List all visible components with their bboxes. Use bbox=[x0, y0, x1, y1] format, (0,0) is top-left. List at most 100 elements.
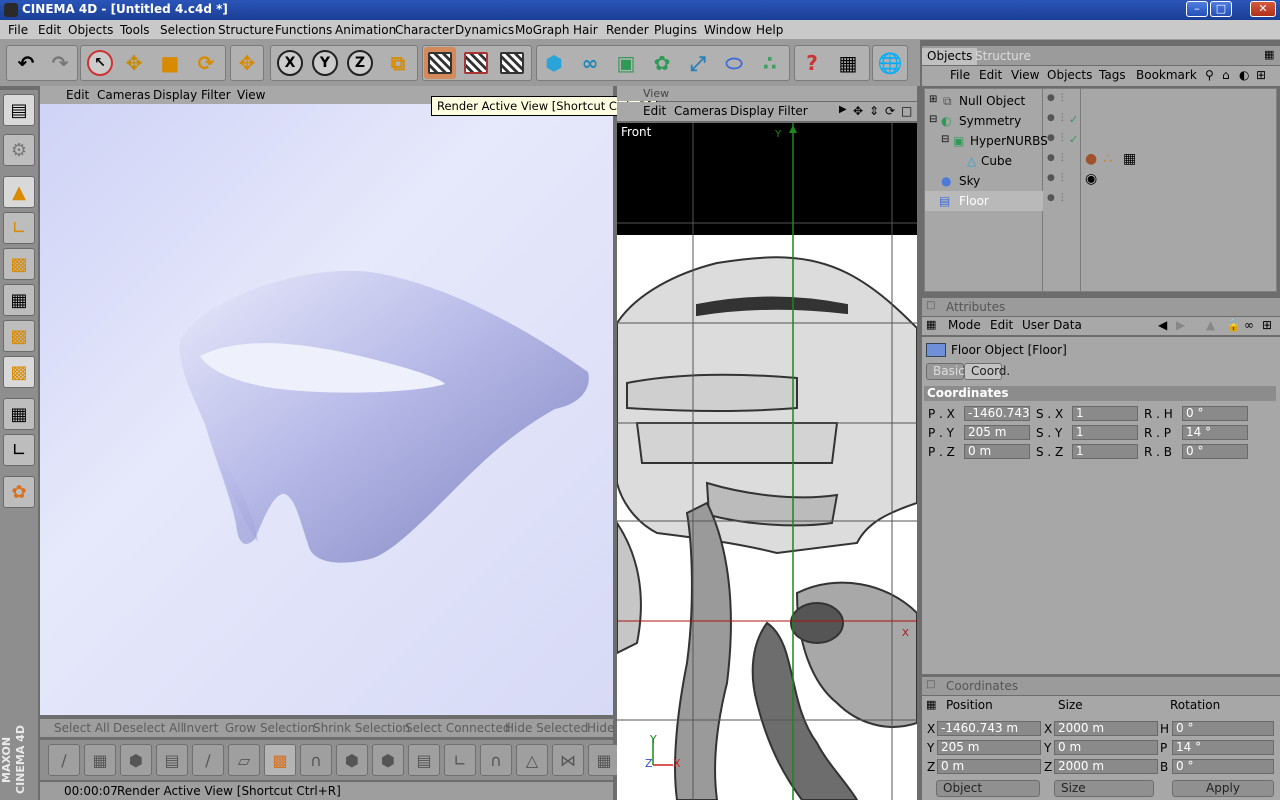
forward-arrow-icon[interactable]: ▶ bbox=[1176, 318, 1185, 332]
plane-icon[interactable]: ▱ bbox=[228, 744, 260, 776]
enabled-check-icon[interactable]: ✓ bbox=[1069, 133, 1078, 146]
om-menu-objects[interactable]: Objects bbox=[1047, 68, 1092, 82]
attr-menu-edit[interactable]: Edit bbox=[990, 318, 1013, 332]
menu-window[interactable]: Window bbox=[704, 23, 751, 37]
panel-menu-icon[interactable]: ▦ bbox=[926, 698, 936, 711]
collapse-icon[interactable]: ⊟ bbox=[941, 134, 949, 145]
back-arrow-icon[interactable]: ◀ bbox=[1158, 318, 1167, 332]
viewport-right-move-icon[interactable]: ✥ bbox=[853, 104, 863, 118]
extrude-inner-icon[interactable]: ⬢ bbox=[372, 744, 404, 776]
apply-button[interactable]: Apply bbox=[1172, 780, 1274, 797]
menu-functions[interactable]: Functions bbox=[275, 23, 332, 37]
coord-pos-y-field[interactable]: 205 m bbox=[937, 740, 1041, 755]
render-picture-viewer-icon[interactable] bbox=[460, 47, 492, 79]
shrink-selection-button[interactable]: Shrink Selection bbox=[313, 721, 410, 735]
coordinate-mode-select[interactable]: Object bbox=[936, 780, 1040, 797]
enabled-check-icon[interactable]: ✓ bbox=[1069, 113, 1078, 126]
select-all-button[interactable]: Select All bbox=[54, 721, 110, 735]
new-window-icon[interactable]: ⊞ bbox=[1262, 318, 1272, 332]
menu-tools[interactable]: Tools bbox=[120, 23, 150, 37]
viewport-right-menu-filter[interactable]: Filter bbox=[778, 104, 808, 118]
menu-file[interactable]: File bbox=[8, 23, 28, 37]
matrix-extrude-icon[interactable]: ▤ bbox=[408, 744, 440, 776]
scale-icon[interactable]: ■ bbox=[154, 47, 186, 79]
home-icon[interactable]: ⌂ bbox=[1222, 68, 1230, 82]
panel-menu-icon[interactable]: ▦ bbox=[926, 318, 936, 331]
polygons-mode-icon[interactable]: ▩ bbox=[3, 320, 35, 352]
om-menu-edit[interactable]: Edit bbox=[979, 68, 1002, 82]
viewport-left-menu-cameras[interactable]: Cameras bbox=[97, 88, 150, 102]
coord-size-z-field[interactable]: 2000 m bbox=[1054, 759, 1158, 774]
live-selection-icon[interactable]: ↖ bbox=[84, 47, 116, 79]
y-axis-lock-icon[interactable]: Y bbox=[309, 47, 341, 79]
new-window-icon[interactable]: ⊞ bbox=[1256, 68, 1266, 82]
coord-rot-p-field[interactable]: 14 ° bbox=[1172, 740, 1274, 755]
viewport-left-menu-edit[interactable]: Edit bbox=[66, 88, 89, 102]
select-connected-button[interactable]: Select Connected bbox=[405, 721, 510, 735]
maximize-button[interactable]: □ bbox=[1210, 1, 1232, 17]
menu-hair[interactable]: Hair bbox=[573, 23, 598, 37]
visibility-dots[interactable]: ● ⋮ bbox=[1047, 193, 1067, 203]
menu-objects[interactable]: Objects bbox=[68, 23, 113, 37]
spline-icon[interactable]: ∞ bbox=[574, 47, 606, 79]
brush-icon[interactable]: ∕ bbox=[192, 744, 224, 776]
om-menu-tags[interactable]: Tags bbox=[1099, 68, 1126, 82]
visibility-dots[interactable]: ● ⋮ bbox=[1047, 113, 1067, 123]
nurbs-icon[interactable]: ▣ bbox=[610, 47, 642, 79]
texture-mode-icon[interactable]: ▩ bbox=[3, 356, 35, 388]
menu-selection[interactable]: Selection bbox=[160, 23, 215, 37]
viewport-left-menu-display[interactable]: Display bbox=[153, 88, 197, 102]
object-row-floor[interactable]: ▤ Floor bbox=[925, 191, 1043, 211]
attr-menu-user-data[interactable]: User Data bbox=[1022, 318, 1082, 332]
size-mode-select[interactable]: Size bbox=[1054, 780, 1154, 797]
edges-mode-icon[interactable]: ▦ bbox=[3, 284, 35, 316]
z-axis-lock-icon[interactable]: Z bbox=[344, 47, 376, 79]
coord-pos-x-field[interactable]: -1460.743 m bbox=[937, 721, 1041, 736]
lock-icon[interactable]: 🔒 bbox=[1226, 318, 1241, 332]
visibility-dots[interactable]: ● ⋮ bbox=[1047, 133, 1067, 143]
more-tools-icon[interactable]: ▦ bbox=[588, 744, 620, 776]
add-points-icon[interactable]: ▩ bbox=[264, 744, 296, 776]
viewport-right-menu-edit[interactable]: Edit bbox=[643, 104, 666, 118]
object-axis-icon[interactable]: ▲ bbox=[3, 176, 35, 208]
uvw-tag-icon[interactable]: ▦ bbox=[1123, 151, 1136, 167]
coord-pos-z-field[interactable]: 0 m bbox=[937, 759, 1041, 774]
viewport-left-perspective[interactable] bbox=[40, 104, 613, 715]
model-mode-icon[interactable]: ⚙ bbox=[3, 134, 35, 166]
visibility-dots[interactable]: ● ⋮ bbox=[1047, 93, 1067, 103]
om-menu-view[interactable]: View bbox=[1011, 68, 1039, 82]
pos-x-field[interactable]: -1460.743 bbox=[964, 406, 1030, 421]
viewport-left-menu-filter[interactable]: Filter bbox=[201, 88, 231, 102]
rot-b-field[interactable]: 0 ° bbox=[1182, 444, 1248, 459]
visibility-dots[interactable]: ● ⋮ bbox=[1047, 153, 1067, 163]
sky-material-tag-icon[interactable]: ◉ bbox=[1085, 171, 1097, 187]
menu-help[interactable]: Help bbox=[756, 23, 783, 37]
rot-p-field[interactable]: 14 ° bbox=[1182, 425, 1248, 440]
smooth-shift-icon[interactable]: ∟ bbox=[444, 744, 476, 776]
mirror-icon[interactable]: △ bbox=[516, 744, 548, 776]
render-view-icon[interactable] bbox=[424, 47, 456, 79]
knife-icon[interactable]: ∕ bbox=[48, 744, 80, 776]
viewport-right-maximize-icon[interactable]: □ bbox=[901, 104, 912, 118]
link-icon[interactable]: ∞ bbox=[1244, 318, 1254, 332]
search-icon[interactable]: ⚲ bbox=[1205, 68, 1214, 82]
sculpt-icon[interactable]: ✿ bbox=[3, 476, 35, 508]
render-settings-icon[interactable] bbox=[496, 47, 528, 79]
coordinate-system-icon[interactable]: ⧉ bbox=[382, 47, 414, 79]
om-menu-bookmark[interactable]: Bookmark bbox=[1136, 68, 1197, 82]
particles-icon[interactable]: ∴ bbox=[754, 47, 786, 79]
scale-y-field[interactable]: 1 bbox=[1072, 425, 1138, 440]
viewport-right-rotate-icon[interactable]: ⟳ bbox=[885, 104, 895, 118]
hide-button[interactable]: Hide bbox=[587, 721, 614, 735]
coord-rot-b-field[interactable]: 0 ° bbox=[1172, 759, 1274, 774]
cube-primitive-icon[interactable]: ⬢ bbox=[538, 47, 570, 79]
coord-rot-h-field[interactable]: 0 ° bbox=[1172, 721, 1274, 736]
bevel-icon[interactable]: ▤ bbox=[156, 744, 188, 776]
menu-animation[interactable]: Animation bbox=[335, 23, 396, 37]
help-icon[interactable]: ? bbox=[796, 47, 828, 79]
close-button[interactable]: ✕ bbox=[1250, 1, 1276, 17]
coord-size-x-field[interactable]: 2000 m bbox=[1054, 721, 1158, 736]
rotate-icon[interactable]: ⟳ bbox=[190, 47, 222, 79]
viewport-right-menu-cameras[interactable]: Cameras bbox=[674, 104, 727, 118]
panel-checkbox-icon[interactable]: □ bbox=[926, 300, 935, 311]
